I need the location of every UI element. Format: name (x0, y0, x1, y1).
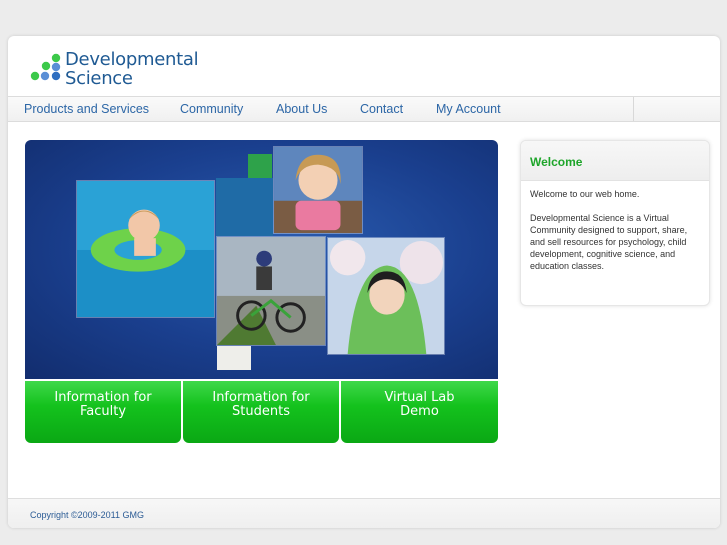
copyright-text: Copyright ©2009-2011 GMG (30, 510, 145, 520)
photo-boy-bike (216, 236, 326, 346)
logo-text[interactable]: Developmental Science (65, 49, 199, 89)
students-info-button[interactable]: Information for Students (183, 381, 339, 443)
nav-community[interactable]: Community (180, 102, 243, 116)
welcome-description: Developmental Science is a Virtual Commu… (530, 213, 688, 271)
logo-dots-icon (30, 53, 61, 81)
faculty-button-line2: Faculty (79, 404, 127, 419)
photo-child-green-coat (327, 237, 445, 355)
faculty-button-line1: Information for (54, 390, 152, 405)
action-buttons: Information for Faculty Information for … (25, 381, 498, 443)
main-nav: Products and Services Community About Us… (8, 96, 720, 122)
logo-line2: Science (65, 68, 133, 89)
welcome-body: Welcome to our web home. Developmental S… (521, 181, 709, 272)
students-button-line2: Students (232, 404, 290, 419)
decor-square-green (248, 154, 272, 178)
logo-line1: Developmental (65, 49, 199, 70)
decor-square-white (217, 346, 251, 370)
photo-girl (273, 146, 363, 234)
decor-square-blue (216, 178, 273, 236)
welcome-panel: Welcome Welcome to our web home. Develop… (520, 140, 710, 306)
virtual-lab-demo-button[interactable]: Virtual Lab Demo (341, 381, 498, 443)
lab-button-line2: Demo (400, 404, 439, 419)
nav-my-account[interactable]: My Account (436, 102, 501, 116)
faculty-info-button[interactable]: Information for Faculty (25, 381, 181, 443)
nav-products-services[interactable]: Products and Services (24, 102, 149, 116)
header: Developmental Science (8, 36, 720, 96)
students-button-line1: Information for (212, 390, 310, 405)
welcome-title: Welcome (521, 141, 709, 181)
lab-button-line1: Virtual Lab (384, 390, 455, 405)
nav-about-us[interactable]: About Us (276, 102, 327, 116)
photo-child-swimming (76, 180, 215, 318)
page-container: Developmental Science Products and Servi… (8, 36, 720, 528)
welcome-intro: Welcome to our web home. (530, 189, 640, 199)
nav-contact[interactable]: Contact (360, 102, 403, 116)
hero-banner (25, 140, 498, 379)
footer: Copyright ©2009-2011 GMG (8, 498, 720, 528)
nav-divider (633, 97, 634, 121)
